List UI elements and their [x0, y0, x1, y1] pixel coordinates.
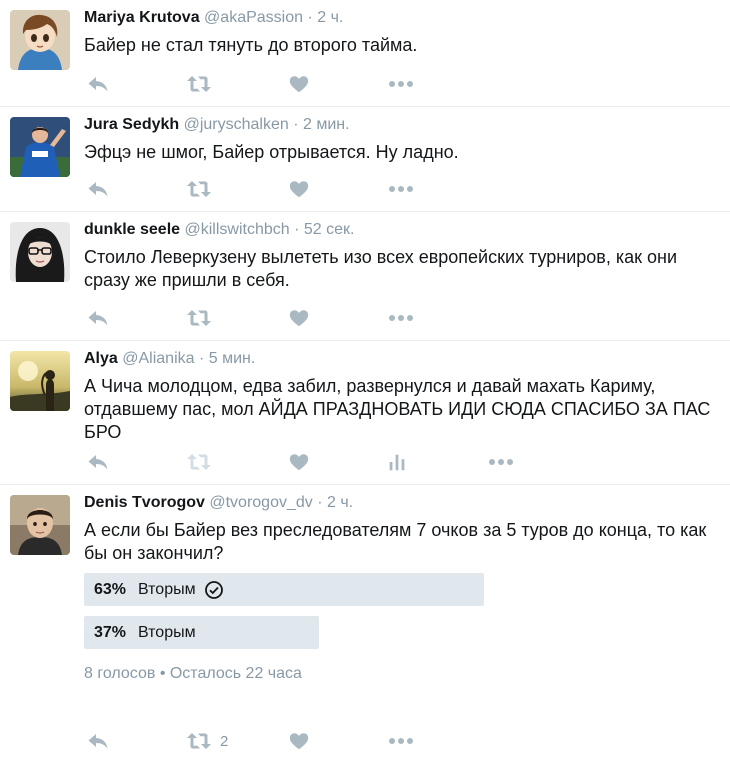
poll-option-label: Вторым	[138, 624, 196, 641]
poll-choice: 63% Вторым	[84, 573, 720, 606]
reply-icon	[86, 306, 110, 330]
reply-button[interactable]	[86, 72, 110, 96]
more-button[interactable]	[388, 306, 414, 330]
reply-icon	[86, 72, 110, 96]
heart-icon	[288, 178, 310, 200]
more-dots-icon	[488, 450, 514, 474]
author-username[interactable]: @killswitchbch	[185, 221, 290, 238]
more-button[interactable]	[488, 450, 514, 474]
heart-icon	[288, 307, 310, 329]
reply-button[interactable]	[86, 729, 110, 753]
poll-percent: 37%	[94, 624, 127, 641]
author-username[interactable]: @akaPassion	[204, 9, 303, 26]
like-button[interactable]	[288, 177, 310, 201]
tweet-text: Стоило Леверкузену вылететь изо всех евр…	[84, 247, 678, 290]
more-button[interactable]	[388, 177, 414, 201]
tweet-actions	[84, 450, 704, 474]
tweet-actions	[84, 306, 704, 330]
author-name[interactable]: Denis Tvorogov	[84, 494, 205, 511]
tweet-actions: 2	[84, 729, 704, 753]
author-username[interactable]: @juryschalken	[184, 116, 289, 133]
author-name[interactable]: Mariya Krutova	[84, 9, 200, 26]
author-username[interactable]: @Alianika	[122, 350, 194, 367]
tweet[interactable]: Jura Sedykh @juryschalken · 2 мин. Эфцэ …	[0, 107, 730, 212]
poll-meta: 8 голосов • Осталось 22 часа	[84, 665, 302, 682]
tweet-text: А Чича молодцом, едва забил, развернулся…	[84, 376, 711, 442]
separator: ·	[307, 9, 313, 26]
tweet-actions	[84, 177, 704, 201]
avatar[interactable]	[10, 222, 70, 282]
tweet-text: Эфцэ не шмог, Байер отрывается. Ну ладно…	[84, 142, 459, 162]
tweet[interactable]: dunkle seele @killswitchbch · 52 сек. Ст…	[0, 212, 730, 341]
heart-icon	[288, 451, 310, 473]
more-dots-icon	[388, 72, 414, 96]
reply-button[interactable]	[86, 177, 110, 201]
tweet-text: А если бы Байер вез преследователям 7 оч…	[84, 520, 707, 563]
tweet-timestamp[interactable]: 2 мин.	[303, 116, 350, 133]
check-circle-icon	[204, 580, 224, 600]
tweet-text: Байер не стал тянуть до второго тайма.	[84, 35, 418, 55]
avatar[interactable]	[10, 10, 70, 70]
retweet-button[interactable]	[186, 450, 212, 474]
author-name[interactable]: Alya	[84, 350, 118, 367]
retweet-icon	[186, 729, 212, 753]
avatar[interactable]	[10, 351, 70, 411]
heart-icon	[288, 73, 310, 95]
like-button[interactable]	[288, 72, 310, 96]
separator: ·	[198, 350, 205, 367]
tweet-timestamp[interactable]: 2 ч.	[317, 9, 343, 26]
reply-icon	[86, 729, 110, 753]
tweet[interactable]: Mariya Krutova @akaPassion · 2 ч. Байер …	[0, 0, 730, 107]
more-dots-icon	[388, 306, 414, 330]
retweet-button[interactable]: 2	[186, 729, 228, 753]
retweet-count: 2	[220, 732, 229, 750]
like-button[interactable]	[288, 729, 310, 753]
like-button[interactable]	[288, 306, 310, 330]
retweet-icon	[186, 450, 212, 474]
reply-button[interactable]	[86, 450, 110, 474]
poll-choice: 37% Вторым	[84, 616, 720, 649]
poll-option-label: Вторым	[138, 581, 196, 598]
reply-button[interactable]	[86, 306, 110, 330]
separator: ·	[317, 494, 323, 511]
like-button[interactable]	[288, 450, 310, 474]
analytics-button[interactable]	[386, 450, 408, 474]
author-name[interactable]: Jura Sedykh	[84, 116, 179, 133]
author-name[interactable]: dunkle seele	[84, 221, 180, 238]
separator: ·	[294, 221, 300, 238]
retweet-button[interactable]	[186, 177, 212, 201]
author-username[interactable]: @tvorogov_dv	[209, 494, 312, 511]
heart-icon	[288, 730, 310, 752]
more-dots-icon	[388, 177, 414, 201]
retweet-icon	[186, 72, 212, 96]
reply-icon	[86, 177, 110, 201]
retweet-button[interactable]	[186, 72, 212, 96]
tweet-timestamp[interactable]: 2 ч.	[327, 494, 353, 511]
more-dots-icon	[388, 729, 414, 753]
retweet-icon	[186, 306, 212, 330]
reply-icon	[86, 450, 110, 474]
tweet[interactable]: Alya @Alianika · 5 мин. А Чича молодцом,…	[0, 341, 730, 485]
poll-percent: 63%	[94, 581, 127, 598]
more-button[interactable]	[388, 72, 414, 96]
tweet-timestamp[interactable]: 5 мин.	[209, 350, 256, 367]
poll: 63% Вторым 37% Вторым 8 голосов • Остало…	[84, 573, 720, 683]
avatar[interactable]	[10, 495, 70, 555]
tweet-timestamp[interactable]: 52 сек.	[304, 221, 355, 238]
more-button[interactable]	[388, 729, 414, 753]
avatar[interactable]	[10, 117, 70, 177]
analytics-icon	[386, 451, 408, 473]
separator: ·	[293, 116, 299, 133]
tweet-actions	[84, 72, 704, 96]
tweet-feed: Mariya Krutova @akaPassion · 2 ч. Байер …	[0, 0, 730, 763]
tweet[interactable]: Denis Tvorogov @tvorogov_dv · 2 ч. А есл…	[0, 485, 730, 763]
retweet-icon	[186, 177, 212, 201]
retweet-button[interactable]	[186, 306, 212, 330]
